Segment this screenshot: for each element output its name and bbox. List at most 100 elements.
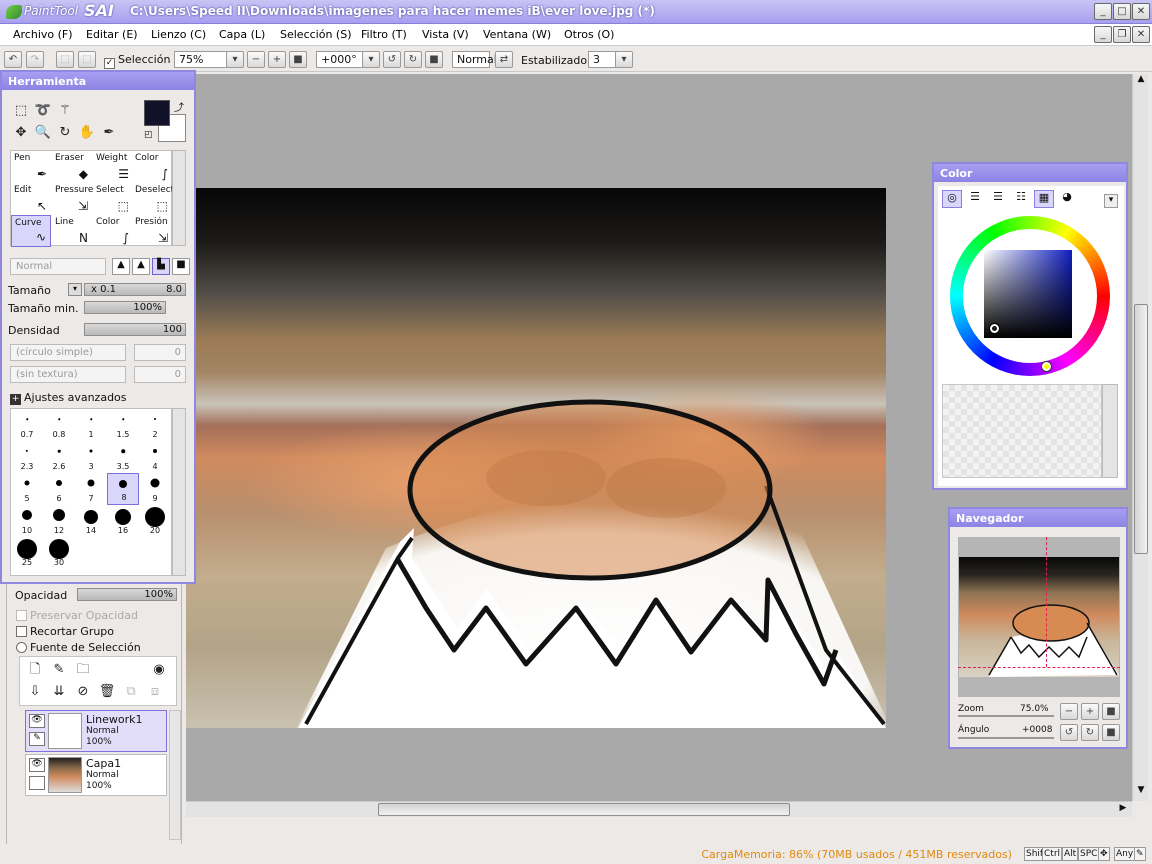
maximize-button[interactable]: □: [1113, 3, 1131, 20]
nav-angle-slider[interactable]: [958, 737, 1054, 739]
brush-size-6[interactable]: 6: [43, 473, 75, 505]
clip-group-checkbox[interactable]: [16, 626, 27, 637]
key-space-indicator[interactable]: SPC: [1078, 847, 1100, 861]
close-button[interactable]: ✕: [1132, 3, 1150, 20]
nav-zoom-out-button[interactable]: −: [1060, 703, 1078, 720]
swatch-scrollbar[interactable]: [1102, 384, 1118, 478]
brush-slot-pressure[interactable]: Pressure ⇲: [52, 183, 93, 215]
key-ctrl-indicator[interactable]: Ctrl: [1042, 847, 1063, 861]
nav-rotate-right-button[interactable]: ↻: [1081, 724, 1099, 741]
hand-icon[interactable]: ✋: [78, 124, 96, 142]
horizontal-scroll-thumb[interactable]: [378, 803, 790, 816]
brush-size-9[interactable]: 9: [139, 473, 171, 505]
brush-size-2.6[interactable]: 2.6: [43, 441, 75, 473]
brush-slot-line[interactable]: Line N: [52, 215, 92, 247]
deselect-tool-button[interactable]: ⬚: [56, 51, 74, 68]
invert-selection-button[interactable]: ⬚: [78, 51, 96, 68]
new-layer-icon[interactable]: 🗋: [26, 661, 44, 679]
brush-size-12[interactable]: 12: [43, 505, 75, 537]
reset-colors-icon[interactable]: ◰: [144, 130, 153, 140]
angle-dropdown-button[interactable]: ▾: [362, 51, 380, 68]
rotate-reset-button[interactable]: ■: [425, 51, 443, 68]
flatten-icon[interactable]: ⧈: [146, 683, 164, 701]
rgb-sliders-icon[interactable]: ☰: [965, 190, 985, 208]
brush-size-5[interactable]: 5: [11, 473, 43, 505]
rect-select-icon[interactable]: ⬚: [12, 102, 30, 120]
brush-size-14[interactable]: 14: [75, 505, 107, 537]
navigator-preview[interactable]: [958, 537, 1120, 697]
brush-slot-weight[interactable]: Weight ☰: [93, 151, 133, 183]
brush-mode-dropdown[interactable]: Normal: [10, 258, 106, 275]
minimize-button[interactable]: _: [1094, 3, 1112, 20]
menu-filtro[interactable]: Filtro (T): [361, 28, 407, 41]
mixer-icon[interactable]: ☷: [1011, 190, 1031, 208]
scroll-right-icon[interactable]: ▶: [1116, 803, 1130, 817]
redo-button[interactable]: ↷: [26, 51, 44, 68]
brush-size-1.5[interactable]: 1.5: [107, 409, 139, 441]
brush-size-2[interactable]: 2: [139, 409, 171, 441]
zoom-reset-button[interactable]: ■: [289, 51, 307, 68]
clip-group-option[interactable]: Recortar Grupo: [16, 625, 114, 638]
transfer-down-icon[interactable]: ⇩: [26, 683, 44, 701]
brush-slot-deselect[interactable]: Deselect ⬚: [132, 183, 174, 215]
texture-value[interactable]: 0: [134, 366, 186, 383]
menu-capa[interactable]: Capa (L): [219, 28, 265, 41]
rotate-icon[interactable]: ↻: [56, 124, 74, 142]
blend-mode-field[interactable]: Normal: [452, 51, 497, 68]
doc-minimize-button[interactable]: _: [1094, 26, 1112, 43]
clear-layer-icon[interactable]: ⊘: [74, 683, 92, 701]
hue-picker-handle[interactable]: [1042, 362, 1051, 371]
magic-wand-icon[interactable]: ⚚: [56, 102, 74, 120]
preserve-opacity-checkbox[interactable]: [16, 610, 27, 621]
merge-down-icon[interactable]: ⇊: [50, 683, 68, 701]
selection-checkbox[interactable]: ✓: [104, 58, 115, 69]
zoom-dropdown-button[interactable]: ▾: [226, 51, 244, 68]
sv-picker-handle[interactable]: [990, 324, 999, 333]
vertical-scrollbar[interactable]: ▲ ▼: [1132, 74, 1148, 801]
nav-zoom-slider[interactable]: [958, 715, 1054, 717]
layer-visibility-eye-icon[interactable]: 👁: [29, 758, 45, 772]
menu-ventana[interactable]: Ventana (W): [483, 28, 551, 41]
menu-vista[interactable]: Vista (V): [422, 28, 469, 41]
selection-source-radio[interactable]: [16, 642, 27, 653]
zoom-icon[interactable]: 🔍: [34, 124, 52, 142]
shape-dropdown[interactable]: (círculo simple): [10, 344, 126, 361]
scroll-up-icon[interactable]: ▲: [1134, 74, 1148, 88]
brush-slot-pen[interactable]: Pen ✒: [11, 151, 51, 183]
delete-layer-icon[interactable]: 🗑: [98, 683, 116, 701]
brush-size-10[interactable]: 10: [11, 505, 43, 537]
flip-button[interactable]: ⇄: [495, 51, 513, 68]
size-slider[interactable]: x 0.1 8.0: [84, 283, 186, 296]
merge-layers-icon[interactable]: ⧉: [122, 683, 140, 701]
menu-otros[interactable]: Otros (O): [564, 28, 614, 41]
layer-mask-icon[interactable]: ◉: [150, 661, 168, 679]
shape-value[interactable]: 0: [134, 344, 186, 361]
density-slider[interactable]: 100: [84, 323, 186, 336]
brush-size-3.5[interactable]: 3.5: [107, 441, 139, 473]
brush-size-scrollbar[interactable]: [172, 408, 186, 576]
min-size-slider[interactable]: 100%: [84, 301, 166, 314]
layer-lock-pen-icon[interactable]: ✎: [29, 732, 45, 746]
brush-slot-curve[interactable]: Curve ∿: [11, 215, 51, 247]
nav-rotate-reset-button[interactable]: ■: [1102, 724, 1120, 741]
brush-shape-soft-icon[interactable]: ▲: [112, 258, 130, 275]
undo-button[interactable]: ↶: [4, 51, 22, 68]
layer-visibility-eye-icon[interactable]: 👁: [29, 714, 45, 728]
vertical-scroll-thumb[interactable]: [1134, 304, 1148, 554]
brush-size-8[interactable]: 8: [107, 473, 139, 505]
lasso-icon[interactable]: ➰: [34, 102, 52, 120]
horizontal-scrollbar[interactable]: ▶: [186, 801, 1132, 817]
brush-size-1[interactable]: 1: [75, 409, 107, 441]
brush-size-0.8[interactable]: 0.8: [43, 409, 75, 441]
move-icon[interactable]: ✥: [12, 124, 30, 142]
scratchpad-icon[interactable]: ◕: [1057, 190, 1077, 208]
color-wheel-mode-icon[interactable]: ◎: [942, 190, 962, 208]
rotate-right-button[interactable]: ↻: [404, 51, 422, 68]
advanced-settings-toggle[interactable]: + Ajustes avanzados: [10, 391, 127, 405]
swatch-palette[interactable]: [942, 384, 1102, 478]
brush-size-16[interactable]: 16: [107, 505, 139, 537]
layer-lock-box-icon[interactable]: [29, 776, 45, 790]
doc-close-button[interactable]: ✕: [1132, 26, 1150, 43]
brush-size-7[interactable]: 7: [75, 473, 107, 505]
saturation-value-square[interactable]: [984, 250, 1072, 338]
